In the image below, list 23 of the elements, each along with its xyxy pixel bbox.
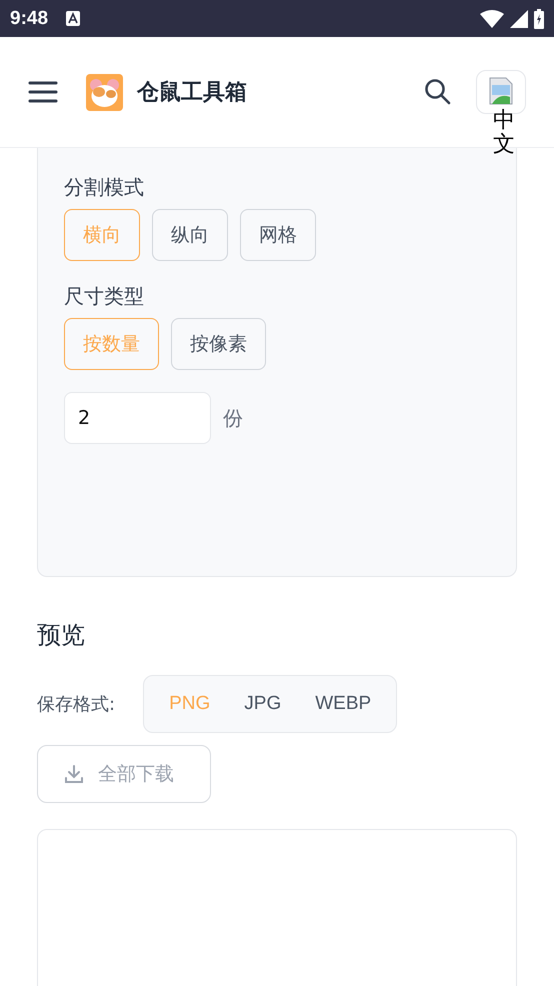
menu-button[interactable] xyxy=(28,81,58,103)
preview-title: 预览 xyxy=(37,620,86,651)
section-label: 分割模式 xyxy=(64,174,145,201)
section-label: 尺寸类型 xyxy=(64,283,145,310)
mode-option[interactable]: 纵向 xyxy=(152,209,228,261)
app-title: 仓鼠工具箱 xyxy=(137,79,247,107)
search-button[interactable] xyxy=(424,78,452,106)
mode-option[interactable]: 网格 xyxy=(240,209,316,261)
format-option[interactable]: JPG xyxy=(227,693,298,715)
language-alt-text: 中文 xyxy=(493,109,515,158)
download-icon xyxy=(64,764,84,784)
status-time: 9:48 xyxy=(10,8,48,30)
size-type-option[interactable]: 按像素 xyxy=(171,318,266,370)
notification-icon xyxy=(66,11,80,26)
format-option[interactable]: WEBP xyxy=(298,693,388,715)
count-field[interactable]: 2 xyxy=(64,392,211,444)
broken-image-icon xyxy=(489,77,513,105)
unit-label: 份 xyxy=(223,404,243,432)
format-label: 保存格式: xyxy=(37,693,116,716)
hamster-logo xyxy=(86,74,123,110)
signal-icon xyxy=(510,10,528,28)
battery-icon xyxy=(534,8,544,28)
wifi-icon xyxy=(480,10,504,28)
